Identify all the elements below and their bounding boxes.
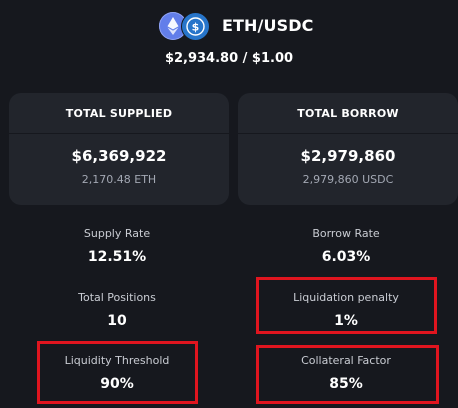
borrow-rate-value: 6.03% <box>321 249 371 265</box>
supply-rate-stat: Supply Rate 12.51% <box>17 226 217 266</box>
total-positions-value: 10 <box>107 313 127 329</box>
collateral-factor-highlight <box>256 345 439 404</box>
total-positions-stat: Total Positions 10 <box>17 290 217 330</box>
total-borrow-token-amount: 2,979,860 USDC <box>302 173 394 186</box>
borrow-rate-label: Borrow Rate <box>312 227 380 240</box>
total-supplied-value: $6,369,922 <box>71 147 167 165</box>
total-borrow-card: TOTAL BORROW $2,979,860 2,979,860 USDC <box>238 93 458 205</box>
supply-rate-value: 12.51% <box>87 249 147 265</box>
liquidity-threshold-highlight <box>37 341 198 404</box>
total-positions-label: Total Positions <box>78 291 156 304</box>
pair-title: ETH/USDC <box>222 16 314 35</box>
total-borrow-value: $2,979,860 <box>300 147 396 165</box>
pair-price: $2,934.80 / $1.00 <box>164 51 294 66</box>
market-details-panel: $ ETH/USDC $2,934.80 / $1.00 TOTAL SUPPL… <box>0 0 458 408</box>
borrow-rate-stat: Borrow Rate 6.03% <box>246 226 446 266</box>
total-borrow-title: TOTAL BORROW <box>238 93 458 134</box>
total-supplied-token-amount: 2,170.48 ETH <box>81 173 157 186</box>
total-supplied-title: TOTAL SUPPLIED <box>9 93 229 134</box>
pair-header: $ ETH/USDC <box>0 12 458 42</box>
liquidation-penalty-highlight <box>256 277 437 334</box>
total-supplied-card: TOTAL SUPPLIED $6,369,922 2,170.48 ETH <box>9 93 229 205</box>
supply-rate-label: Supply Rate <box>83 227 151 240</box>
token-icons: $ <box>159 12 211 42</box>
usdc-icon: $ <box>181 12 210 41</box>
svg-text:$: $ <box>192 21 200 34</box>
